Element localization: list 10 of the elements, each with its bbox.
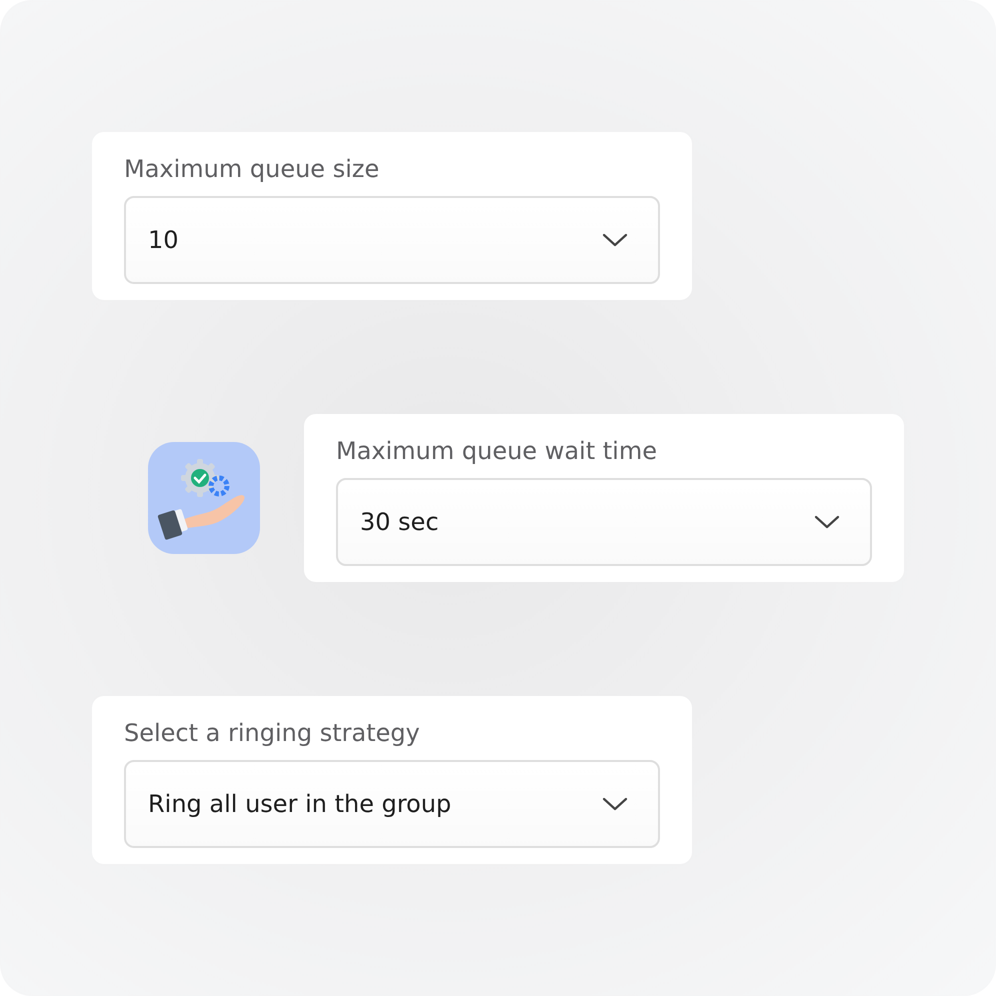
chevron-down-icon (602, 233, 628, 247)
chevron-down-icon (602, 797, 628, 811)
dropdown-field[interactable]: Ring all user in the group (124, 760, 660, 848)
dropdown-field[interactable]: 10 (124, 196, 660, 284)
chevron-down-icon (814, 515, 840, 529)
field-label: Maximum queue wait time (336, 436, 658, 466)
hand-gear-icon (148, 442, 260, 554)
field-label: Select a ringing strategy (124, 718, 421, 748)
field-label: Maximum queue size (124, 154, 380, 184)
dropdown-field[interactable]: 30 sec (336, 478, 872, 566)
